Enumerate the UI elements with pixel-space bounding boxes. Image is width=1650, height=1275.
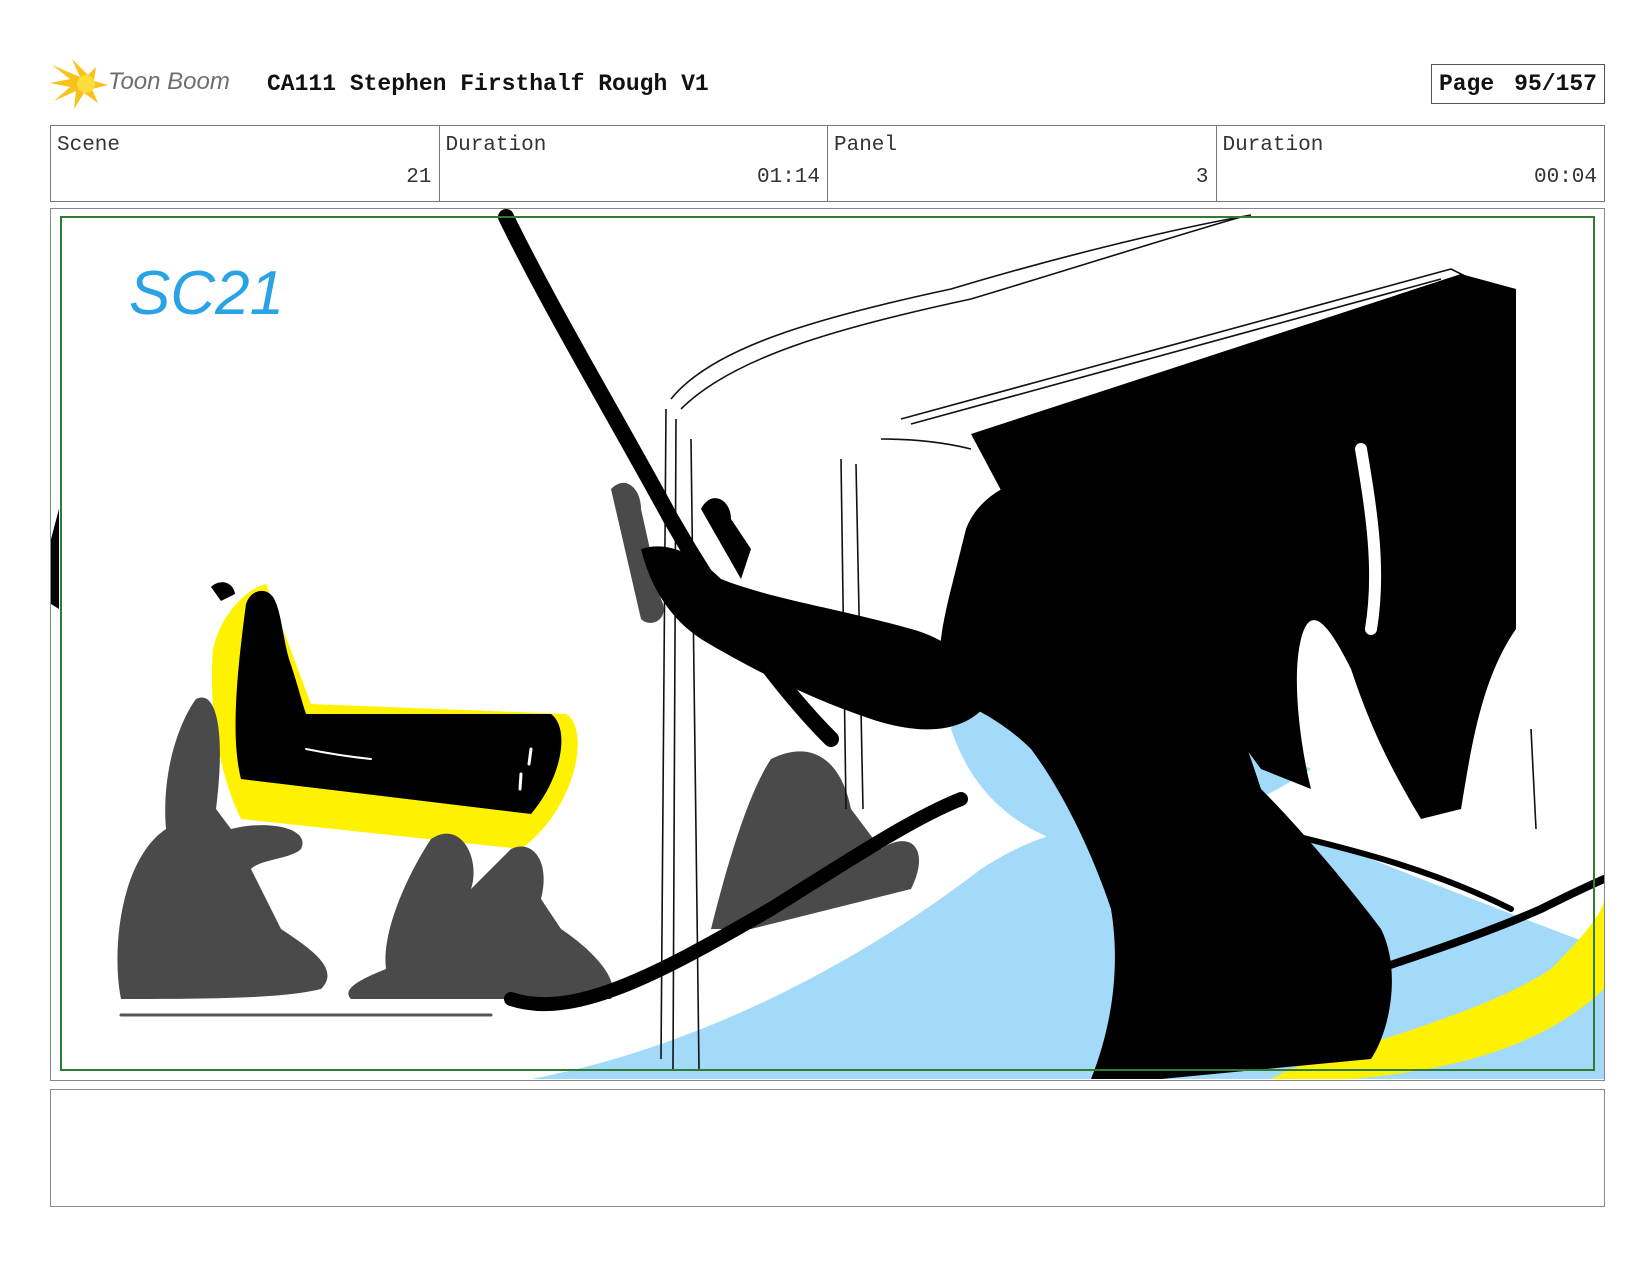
page-indicator: Page 95/157: [1430, 64, 1605, 104]
scene-duration-cell: Duration 01:14: [440, 126, 828, 201]
scene-info-row: Scene 21 Duration 01:14 Panel 3 Duration…: [50, 125, 1605, 202]
page-label: Page: [1438, 71, 1495, 97]
panel-duration-cell: Duration 00:04: [1217, 126, 1605, 201]
scene-duration-value: 01:14: [756, 166, 820, 189]
page-header: Toon Boom CA111 Stephen Firsthalf Rough …: [50, 55, 1605, 115]
scene-cell: Scene 21: [51, 126, 440, 201]
document-title: CA111 Stephen Firsthalf Rough V1: [267, 71, 709, 97]
panel-notes-box: [50, 1089, 1605, 1207]
scene-label: Scene: [57, 134, 121, 157]
toon-boom-logo: Toon Boom: [50, 57, 250, 111]
panel-label: Panel: [834, 134, 898, 157]
panel-duration-value: 00:04: [1533, 166, 1597, 189]
panel-cell: Panel 3: [828, 126, 1217, 201]
panel-value: 3: [1195, 166, 1209, 189]
scene-duration-label: Duration: [445, 134, 547, 157]
scene-value: 21: [406, 166, 432, 189]
page-number: 95/157: [1514, 71, 1597, 97]
left-edge-mark: [51, 509, 59, 609]
brand-name: Toon Boom: [108, 68, 230, 95]
star-burst-icon: [50, 59, 108, 109]
panel-duration-label: Duration: [1222, 134, 1324, 157]
storyboard-panel: SC21: [50, 208, 1605, 1081]
scene-marker-label: SC21: [129, 259, 284, 328]
panel-drawing: SC21: [51, 209, 1604, 1079]
